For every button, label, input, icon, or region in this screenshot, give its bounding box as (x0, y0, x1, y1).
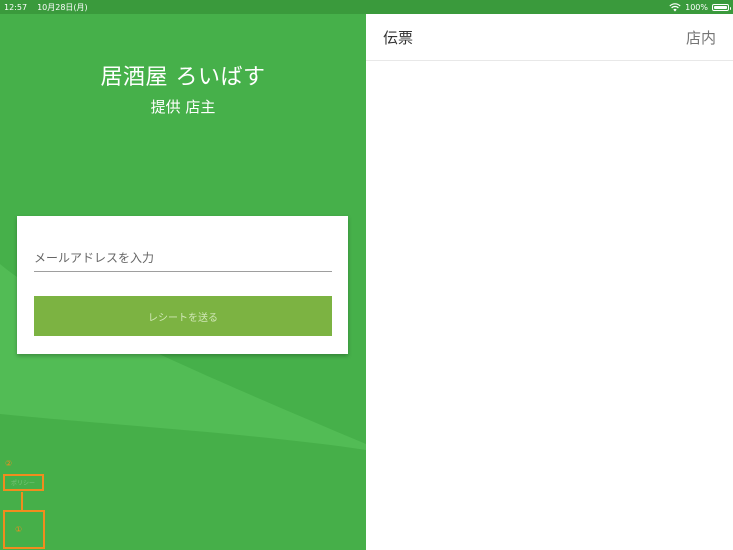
status-time: 12:57 (4, 2, 28, 12)
restaurant-name: 居酒屋 ろいばす (100, 65, 266, 90)
status-left: 12:57 10月28日(月) (4, 2, 88, 13)
battery-icon (712, 3, 731, 11)
policy-link[interactable]: ポリシー (3, 475, 43, 490)
status-bar: 12:57 10月28日(月) 100% (0, 0, 733, 14)
battery-fill (714, 5, 727, 9)
right-panel: 伝票 店内 (366, 14, 733, 550)
email-field[interactable] (34, 244, 332, 272)
page-title: 伝票 (383, 28, 414, 47)
annotation-box-1 (3, 510, 45, 549)
annotation-marker-1: ① (15, 525, 23, 534)
status-right: 100% (669, 2, 731, 12)
status-date: 10月28日(月) (37, 2, 88, 12)
provider-line: 提供 店主 (150, 98, 216, 116)
annotation-marker-2: ② (5, 459, 13, 468)
annotation-connector (21, 492, 23, 510)
send-receipt-button[interactable]: レシートを送る (34, 296, 332, 336)
receipt-card: レシートを送る (17, 216, 348, 354)
left-panel: 居酒屋 ろいばす 提供 店主 レシートを送る (0, 14, 366, 550)
wifi-icon (669, 2, 681, 11)
battery-percent: 100% (685, 2, 708, 12)
tab-in-store[interactable]: 店内 (686, 27, 716, 48)
right-header: 伝票 店内 (366, 14, 733, 61)
